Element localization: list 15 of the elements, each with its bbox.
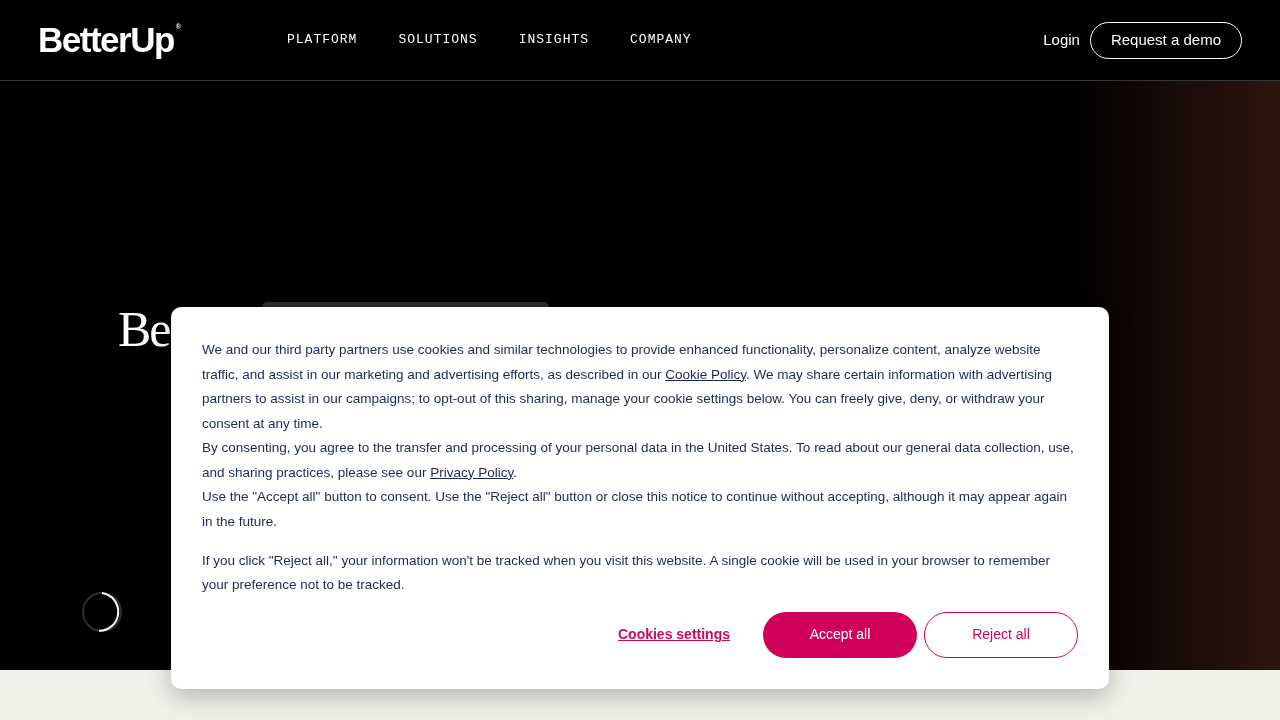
nav-link[interactable]: PLATFORM xyxy=(287,30,358,50)
nav-link[interactable]: SOLUTIONS xyxy=(398,30,478,50)
cookie-notice-text: We and our third party partners use cookies and similar technologies to provide enhanced functionality, personalize content, analyze website traffic, and assist in our marketing and advertising efforts, as described in our Cookie Policy. We may share certain information with advertising partners to assist in our campaigns; to opt-out of this sharing, manage your cookie settings below. You can freely give, deny, or withdraw your consent at any time. xyxy=(202,341,1053,433)
reject-all-button[interactable]: Reject all xyxy=(924,611,1078,658)
login-link[interactable]: Login xyxy=(1043,28,1080,52)
nav-link[interactable]: COMPANY xyxy=(630,30,692,50)
cookie-notice-text: Use the "Accept all" button to consent. Use the "Reject all" button or close this notice to continue without accepting, although it may appear again in the future. xyxy=(202,488,1068,531)
accept-all-button[interactable]: Accept all xyxy=(763,611,917,658)
cookie-notice-text: By consenting, you agree to the transfer and processing of your personal data in the United States. To read about our general data collection, use, and sharing practices, please see our Privacy Policy. xyxy=(202,439,1075,482)
logo[interactable]: BetterUp$^{®}$ xyxy=(38,20,181,60)
cookies-settings-link[interactable]: Cookies settings xyxy=(617,624,730,645)
cookie-notice-text: If you click "Reject all," your information won't be tracked when you visit this website. A single cookie will be used in your browser to remember your preference not to be tracked. xyxy=(202,551,1052,594)
hero-heading: Be xyxy=(118,304,170,354)
nav-link[interactable]: INSIGHTS xyxy=(518,30,590,50)
loading-spinner-icon xyxy=(82,592,122,632)
